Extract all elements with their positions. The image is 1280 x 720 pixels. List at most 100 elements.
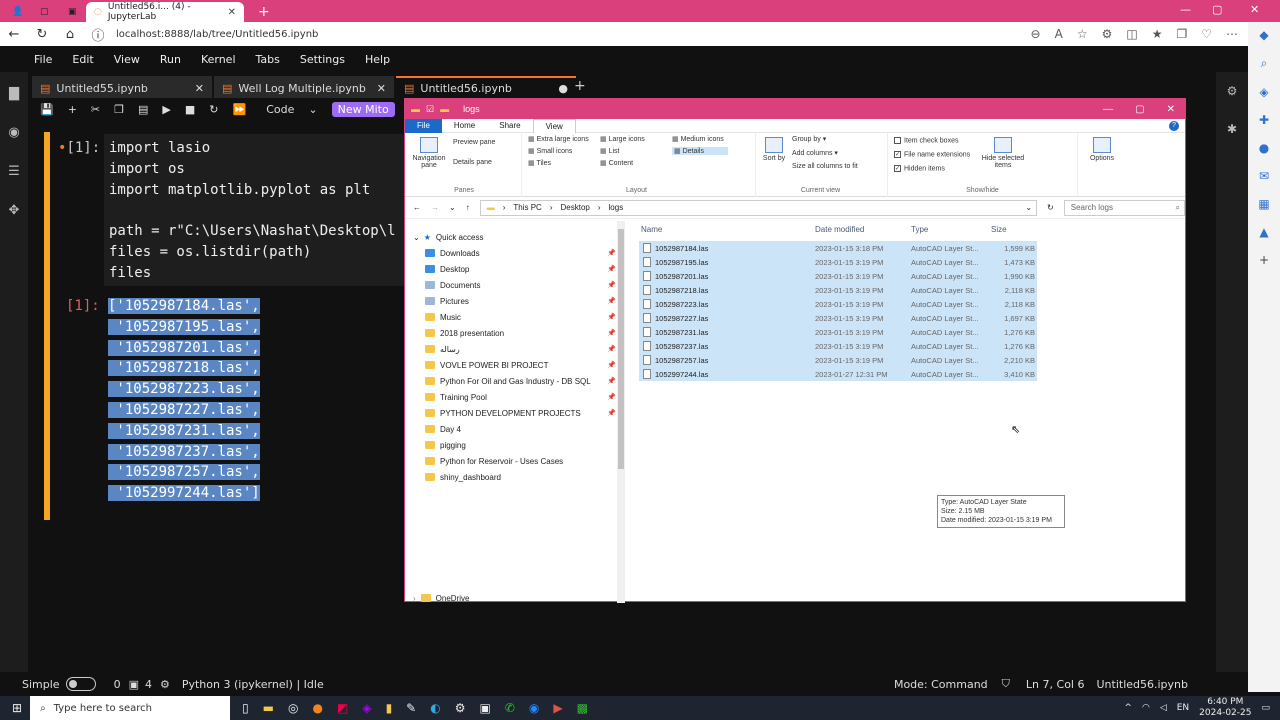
run-icon[interactable]: ▶ bbox=[162, 103, 170, 116]
collections-icon[interactable]: ❐ bbox=[1176, 27, 1187, 41]
minimize-icon[interactable]: — bbox=[1103, 104, 1113, 115]
column-header-name[interactable]: Name bbox=[641, 225, 662, 234]
layout-option[interactable]: ▦ Details bbox=[672, 147, 728, 155]
file-row[interactable]: 1052987227.las 2023-01-15 3:19 PM AutoCAD … bbox=[639, 311, 1037, 325]
preview-pane-button[interactable]: Preview pane bbox=[453, 139, 495, 146]
notification-icon[interactable]: ▭ bbox=[1261, 703, 1270, 713]
ribbon-tab-share[interactable]: Share bbox=[487, 119, 532, 133]
extensions-icon[interactable]: ⚙ bbox=[1102, 27, 1113, 41]
url-field[interactable]: localhost:8888/lab/tree/Untitled56.ipynb bbox=[116, 29, 318, 40]
read-aloud-icon[interactable]: A bbox=[1055, 27, 1063, 41]
debugger-icon[interactable]: ✱ bbox=[1227, 122, 1237, 136]
nav-item[interactable]: PYTHON DEVELOPMENT PROJECTS 📌 bbox=[425, 405, 616, 421]
menu-file[interactable]: File bbox=[34, 53, 52, 66]
column-header-date-modified[interactable]: Date modified bbox=[815, 225, 864, 234]
back-icon[interactable]: ← bbox=[413, 203, 421, 212]
copilot-icon[interactable]: ◆ bbox=[1259, 28, 1268, 42]
file-row[interactable]: 1052987201.las 2023-01-15 3:19 PM AutoCAD … bbox=[639, 269, 1037, 283]
details-pane-button[interactable]: Details pane bbox=[453, 159, 492, 166]
notebook-tab[interactable]: ▤ Well Log Multiple.ipynb ✕ bbox=[214, 76, 394, 98]
breadcrumb[interactable]: ▬ › This PC › Desktop › logs ⌄ bbox=[479, 199, 1038, 216]
close-icon[interactable]: ✕ bbox=[1167, 104, 1175, 115]
column-header-type[interactable]: Type bbox=[911, 225, 928, 234]
maximize-icon[interactable]: ▢ bbox=[1212, 3, 1222, 16]
file-browser-icon[interactable]: ▇ bbox=[9, 86, 19, 101]
browser-tab-active[interactable]: ◌ Untitled56.i... (4) - JupyterLab ✕ bbox=[86, 2, 244, 22]
kernel-status[interactable]: Python 3 (ipykernel) | Idle bbox=[182, 678, 324, 691]
file-row[interactable]: 1052987218.las 2023-01-15 3:19 PM AutoCAD … bbox=[639, 283, 1037, 297]
firefox-icon[interactable]: ● bbox=[313, 701, 323, 715]
nav-item[interactable]: Music 📌 bbox=[425, 309, 616, 325]
whatsapp-icon[interactable]: ✆ bbox=[505, 701, 515, 715]
nav-item[interactable]: Downloads 📌 bbox=[425, 245, 616, 261]
notes-icon[interactable]: ▮ bbox=[386, 701, 393, 715]
explorer-search-input[interactable]: Search logs ⌕ bbox=[1063, 199, 1185, 216]
ribbon-tab-view[interactable]: View bbox=[532, 118, 576, 133]
chevron-down-icon[interactable]: ⌄ bbox=[308, 103, 317, 116]
volume-icon[interactable]: ◁ bbox=[1160, 703, 1167, 713]
nav-item[interactable]: pigging bbox=[425, 437, 466, 453]
terminal-count[interactable]: 0 bbox=[114, 678, 121, 691]
layout-option[interactable]: ▦ Extra large icons bbox=[528, 135, 589, 143]
navigation-pane-button[interactable]: Navigation pane bbox=[409, 137, 449, 169]
menu-help[interactable]: Help bbox=[365, 53, 390, 66]
outlook-icon[interactable]: ✉ bbox=[1259, 169, 1269, 183]
extension-manager-icon[interactable]: ✥ bbox=[9, 203, 20, 218]
settings-icon[interactable]: ⚙ bbox=[455, 701, 466, 715]
nav-item[interactable]: shiny_dashboard bbox=[425, 469, 501, 485]
file-row[interactable]: 1052987231.las 2023-01-15 3:19 PM AutoCAD … bbox=[639, 325, 1037, 339]
python-icon[interactable]: ◎ bbox=[288, 701, 298, 715]
system-tray-chevron-icon[interactable]: ^ bbox=[1124, 703, 1132, 713]
copy-icon[interactable]: ❐ bbox=[114, 103, 124, 116]
home-icon[interactable]: ⌂ bbox=[56, 27, 84, 42]
new-launcher-button[interactable]: + bbox=[574, 78, 586, 94]
edge-icon[interactable]: ◐ bbox=[430, 701, 440, 715]
task-view-icon[interactable]: ▯ bbox=[242, 701, 249, 715]
browser-essentials-icon[interactable]: ♡ bbox=[1201, 27, 1212, 41]
column-header-size[interactable]: Size bbox=[991, 225, 1007, 234]
ribbon-tab-home[interactable]: Home bbox=[442, 119, 487, 133]
workspaces-icon[interactable]: ▢ bbox=[32, 2, 57, 22]
add-columns-button[interactable]: Add columns ▾ bbox=[792, 149, 838, 157]
nav-item[interactable]: Training Pool 📌 bbox=[425, 389, 616, 405]
app-icon[interactable]: ▩ bbox=[577, 701, 588, 715]
back-icon[interactable]: ← bbox=[0, 27, 28, 42]
language-indicator[interactable]: EN bbox=[1177, 703, 1189, 713]
profile-icon[interactable]: 👤 bbox=[4, 2, 31, 22]
save-icon[interactable]: 💾 bbox=[40, 103, 54, 116]
network-icon[interactable]: ◠ bbox=[1142, 703, 1150, 713]
nav-item[interactable]: Documents 📌 bbox=[425, 277, 616, 293]
nav-tree-item[interactable]: › OneDrive bbox=[413, 590, 469, 603]
cursor-position[interactable]: Ln 7, Col 6 bbox=[1026, 678, 1085, 691]
file-row[interactable]: 1052987195.las 2023-01-15 3:19 PM AutoCAD … bbox=[639, 255, 1037, 269]
ribbon-tab-file[interactable]: File bbox=[405, 118, 442, 133]
favorites-icon[interactable]: ★ bbox=[1152, 27, 1163, 41]
nav-item[interactable]: Day 4 bbox=[425, 421, 461, 437]
item-checkboxes-toggle[interactable]: Item check boxes bbox=[894, 137, 958, 144]
layout-option[interactable]: ▦ List bbox=[600, 147, 619, 155]
nav-item[interactable]: Python For Oil and Gas Industry - DB SQL… bbox=[425, 373, 616, 389]
split-screen-icon[interactable]: ◫ bbox=[1126, 27, 1137, 41]
close-tab-icon[interactable]: ● bbox=[558, 82, 568, 95]
app-icon[interactable]: ◈ bbox=[362, 701, 371, 715]
games-icon[interactable]: ● bbox=[1259, 141, 1269, 155]
app-icon[interactable]: ✎ bbox=[406, 701, 416, 715]
simple-mode-toggle[interactable] bbox=[65, 677, 96, 691]
menu-tabs[interactable]: Tabs bbox=[256, 53, 280, 66]
file-row[interactable]: 1052987237.las 2023-01-15 3:19 PM AutoCAD … bbox=[639, 339, 1037, 353]
shopping-icon[interactable]: ◈ bbox=[1259, 85, 1268, 99]
layout-option[interactable]: ▦ Content bbox=[600, 159, 633, 167]
new-mito-button[interactable]: New Mito bbox=[331, 101, 395, 117]
clock[interactable]: 6:40 PM 2024-02-25 bbox=[1199, 697, 1251, 719]
refresh-icon[interactable]: ↻ bbox=[1047, 203, 1054, 212]
notebook-tab[interactable]: ▤ Untitled55.ipynb ✕ bbox=[32, 76, 212, 98]
minimize-icon[interactable]: — bbox=[1180, 3, 1191, 16]
taskbar-search-input[interactable]: ⌕ Type here to search bbox=[30, 696, 231, 720]
recent-locations-icon[interactable]: ⌄ bbox=[449, 203, 456, 212]
code-editor[interactable]: import lasio import os import matplotlib.p… bbox=[104, 134, 404, 286]
file-row[interactable]: 1052997244.las 2023-01-27 12:31 PM AutoCAD… bbox=[639, 367, 1037, 381]
file-row[interactable]: 1052987257.las 2023-01-15 3:19 PM AutoCAD … bbox=[639, 353, 1037, 367]
layout-option[interactable]: ▦ Large icons bbox=[600, 135, 645, 143]
breadcrumb-item[interactable]: logs bbox=[609, 203, 624, 212]
close-tab-icon[interactable]: ✕ bbox=[377, 82, 386, 95]
